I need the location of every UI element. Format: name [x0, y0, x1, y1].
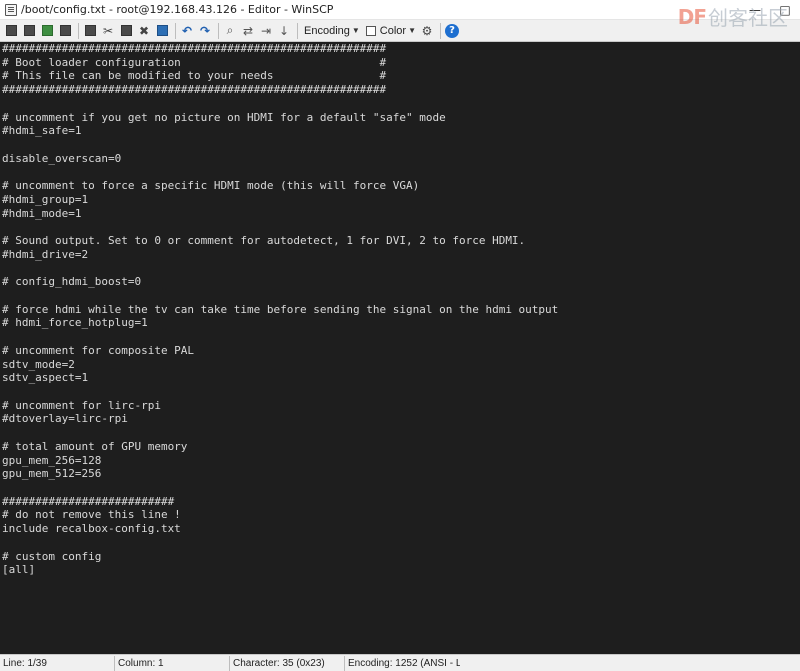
reload-icon[interactable] — [39, 23, 55, 39]
code-line: sdtv_mode=2 — [2, 357, 75, 371]
code-line: #hdmi_mode=1 — [2, 206, 82, 220]
code-line: #dtoverlay=lirc-rpi — [2, 412, 128, 426]
code-line: # Boot loader configuration # — [2, 55, 387, 69]
code-line: gpu_mem_512=256 — [2, 467, 102, 481]
code-line: sdtv_aspect=1 — [2, 371, 89, 385]
code-line: # custom config — [2, 549, 102, 563]
save-icon[interactable] — [3, 23, 19, 39]
code-line: ########################## — [2, 494, 175, 508]
code-line: # uncomment if you get no picture on HDM… — [2, 110, 446, 124]
code-line: #hdmi_safe=1 — [2, 124, 82, 138]
editor-app-icon — [5, 3, 17, 16]
encoding-dropdown-label: Encoding — [304, 24, 350, 37]
window-controls: — □ — [740, 0, 800, 20]
chevron-down-icon: ▼ — [408, 26, 417, 35]
status-character: Character: 35 (0x23) — [230, 655, 345, 671]
code-line: # uncomment for composite PAL — [2, 343, 195, 357]
title-bar: /boot/config.txt - root@192.168.43.126 -… — [0, 0, 800, 20]
gear-icon[interactable]: ⚙ — [419, 23, 435, 39]
text-editor[interactable]: ########################################… — [0, 42, 800, 654]
undo-icon[interactable]: ↶ — [179, 23, 195, 39]
code-line: gpu_mem_256=128 — [2, 453, 102, 467]
save-all-icon[interactable] — [21, 23, 37, 39]
code-line: ########################################… — [2, 42, 387, 55]
minimize-button[interactable]: — — [740, 0, 770, 20]
code-line: # total amount of GPU memory — [2, 439, 188, 453]
copy-icon[interactable] — [82, 23, 98, 39]
toolbar-separator — [218, 22, 219, 39]
toolbar-separator — [297, 22, 298, 39]
code-line: # config_hdmi_boost=0 — [2, 275, 142, 289]
code-line: # do not remove this line ! — [2, 508, 181, 522]
color-dropdown[interactable]: Color ▼ — [363, 22, 419, 40]
code-line: disable_overscan=0 — [2, 151, 122, 165]
save-to-local-icon[interactable] — [57, 23, 73, 39]
code-line: ########################################… — [2, 83, 387, 97]
goto-line-icon[interactable]: ↓ — [276, 23, 292, 39]
code-line: #hdmi_group=1 — [2, 192, 89, 206]
color-dropdown-label: Color — [379, 24, 407, 37]
help-button[interactable]: ? — [444, 23, 460, 39]
delete-icon[interactable]: ✖ — [136, 23, 152, 39]
cut-icon[interactable]: ✂ — [100, 23, 116, 39]
chevron-down-icon: ▼ — [351, 26, 360, 35]
color-checkbox[interactable] — [365, 25, 376, 36]
redo-icon[interactable]: ↷ — [197, 23, 213, 39]
toolbar-separator — [78, 22, 79, 39]
help-icon: ? — [445, 23, 460, 38]
toolbar: ✂ ✖ ↶ ↷ ⌕ ⇄ ⇥ ↓ Encoding ▼ Color ▼ ⚙ ? — [0, 20, 800, 42]
status-encoding: Encoding: 1252 (ANSI - La — [348, 657, 460, 669]
maximize-button[interactable]: □ — [770, 0, 800, 20]
toolbar-separator — [175, 22, 176, 39]
code-line: # force hdmi while the tv can take time … — [2, 302, 559, 316]
find-icon[interactable]: ⌕ — [222, 23, 238, 39]
paste-icon[interactable] — [118, 23, 134, 39]
code-line: # hdmi_force_hotplug=1 — [2, 316, 148, 330]
code-line: [all] — [2, 563, 36, 577]
code-line: # uncomment to force a specific HDMI mod… — [2, 179, 420, 193]
status-bar: Line: 1/39 Column: 1 Character: 35 (0x23… — [0, 654, 800, 671]
window-title: /boot/config.txt - root@192.168.43.126 -… — [21, 3, 334, 16]
find-next-icon[interactable]: ⇥ — [258, 23, 274, 39]
encoding-dropdown[interactable]: Encoding ▼ — [301, 22, 363, 40]
status-column: Column: 1 — [115, 655, 230, 671]
select-all-icon[interactable] — [154, 23, 170, 39]
code-line: # Sound output. Set to 0 or comment for … — [2, 234, 526, 248]
replace-icon[interactable]: ⇄ — [240, 23, 256, 39]
code-line: #hdmi_drive=2 — [2, 247, 89, 261]
status-line: Line: 1/39 — [0, 655, 115, 671]
code-line: include recalbox-config.txt — [2, 522, 181, 536]
code-line: # uncomment for lirc-rpi — [2, 398, 161, 412]
code-line: # This file can be modified to your need… — [2, 69, 387, 83]
toolbar-separator — [440, 22, 442, 39]
